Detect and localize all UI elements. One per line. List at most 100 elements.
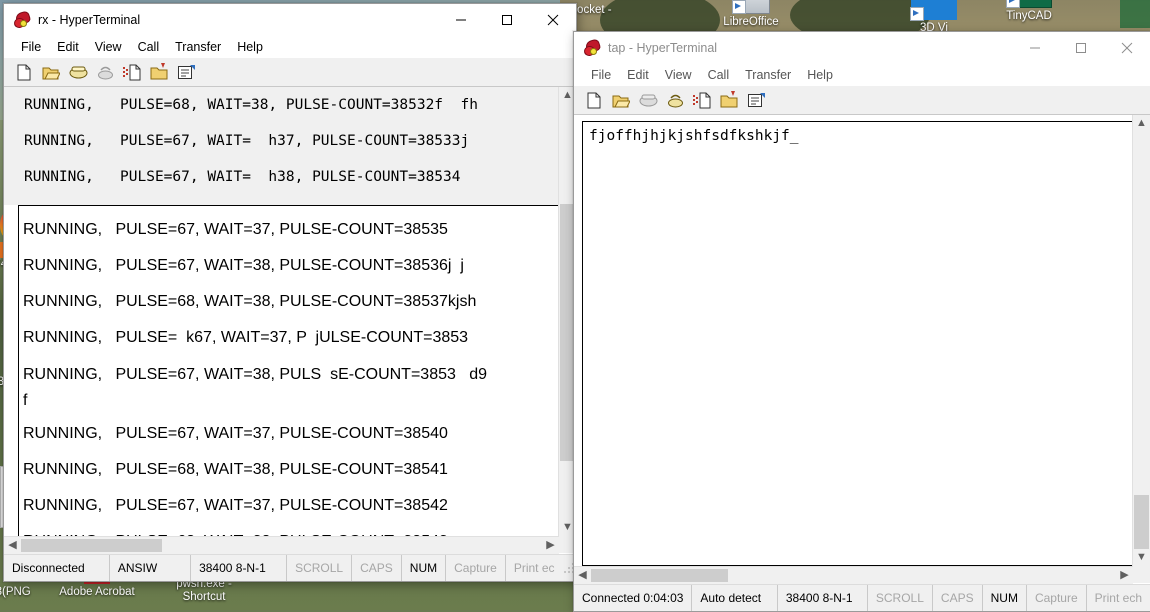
desktop-icon-label: 0t3(PNG xyxy=(0,586,31,598)
terminal-output[interactable]: fjoffhjhjkjshfsdfkshkjf_ xyxy=(583,122,1132,565)
desktop-icon-tinycad[interactable]: TinyCAD xyxy=(990,0,1068,23)
desktop-icon-png[interactable]: 0t3(PNG xyxy=(0,586,66,599)
disconnect-icon[interactable] xyxy=(93,61,117,84)
new-connection-icon[interactable] xyxy=(12,61,36,84)
tinycad-icon xyxy=(1006,0,1052,8)
terminal-line: RUNNING, PULSE=67, WAIT= h37, PULSE-COUN… xyxy=(24,133,470,149)
send-file-icon[interactable] xyxy=(690,89,714,112)
status-caps: CAPS xyxy=(351,555,401,581)
minimize-button[interactable] xyxy=(438,4,484,36)
call-icon[interactable] xyxy=(636,89,660,112)
terminal-line: RUNNING, PULSE=67, WAIT= h38, PULSE-COUN… xyxy=(24,169,461,185)
status-scroll: SCROLL xyxy=(286,555,351,581)
status-print-echo: Print ec xyxy=(504,555,563,581)
status-capture: Capture xyxy=(1025,585,1086,611)
disconnect-icon[interactable] xyxy=(663,89,687,112)
call-icon[interactable] xyxy=(66,61,90,84)
terminal-line: RUNNING, PULSE=68, WAIT=38, PULSE-COUNT=… xyxy=(23,524,558,536)
terminal-line: RUNNING, PULSE=67, WAIT=38, PULSE-COUNT=… xyxy=(23,257,464,274)
menu-help[interactable]: Help xyxy=(229,38,271,56)
horizontal-scrollbar[interactable]: ◀ ▶ xyxy=(574,566,1133,584)
horizontal-scroll-track[interactable] xyxy=(591,568,1116,583)
window-rx-hyperterminal[interactable]: rx - HyperTerminal File Edit View Call T… xyxy=(3,3,577,582)
horizontal-scrollbar[interactable]: ◀ ▶ xyxy=(4,536,559,554)
menu-help[interactable]: Help xyxy=(799,66,841,84)
desktop-icon-libreoffice[interactable]: LibreOffice xyxy=(712,0,790,29)
status-settings: 38400 8-N-1 xyxy=(190,555,286,581)
terminal-viewport[interactable]: fjoffhjhjkjshfsdfkshkjf_ xyxy=(582,121,1132,566)
close-button[interactable] xyxy=(1104,32,1150,64)
desktop-icon-label: Adobe Acrobat xyxy=(59,586,135,598)
vertical-scrollbar[interactable]: ▲ ▼ xyxy=(1132,115,1150,566)
desktop-icon-label: LibreOffice xyxy=(723,16,779,28)
menubar[interactable]: File Edit View Call Transfer Help xyxy=(4,36,576,58)
menu-file[interactable]: File xyxy=(13,38,49,56)
titlebar[interactable]: rx - HyperTerminal xyxy=(4,4,576,36)
terminal-line: fjoffhjhjkjshfsdfkshkjf_ xyxy=(589,128,799,144)
horizontal-scroll-track[interactable] xyxy=(21,538,542,553)
menu-call[interactable]: Call xyxy=(130,38,168,56)
menu-view[interactable]: View xyxy=(657,66,700,84)
status-settings: 38400 8-N-1 xyxy=(776,585,867,611)
terminal-line: RUNNING, PULSE= k67, WAIT=37, P jULSE-CO… xyxy=(23,329,469,346)
terminal-viewport[interactable]: RUNNING, PULSE=68, WAIT=38, PULSE-COUNT=… xyxy=(4,87,558,536)
window-controls[interactable] xyxy=(438,4,576,36)
terminal-client-area[interactable]: RUNNING, PULSE=68, WAIT=38, PULSE-COUNT=… xyxy=(4,87,576,536)
menu-edit[interactable]: Edit xyxy=(619,66,657,84)
status-print-echo: Print ech xyxy=(1085,585,1150,611)
horizontal-scroll-thumb[interactable] xyxy=(591,569,728,582)
titlebar[interactable]: tap - HyperTerminal xyxy=(574,32,1150,64)
send-file-icon[interactable] xyxy=(120,61,144,84)
receive-file-icon[interactable] xyxy=(717,89,741,112)
menu-transfer[interactable]: Transfer xyxy=(167,38,229,56)
scroll-right-icon[interactable]: ▶ xyxy=(1116,567,1133,584)
open-file-icon[interactable] xyxy=(39,61,63,84)
scroll-up-icon[interactable]: ▲ xyxy=(1133,115,1150,132)
properties-icon[interactable] xyxy=(744,89,768,112)
menu-view[interactable]: View xyxy=(87,38,130,56)
menu-transfer[interactable]: Transfer xyxy=(737,66,799,84)
vertical-scroll-thumb[interactable] xyxy=(1134,494,1149,549)
hyperterminal-icon xyxy=(13,10,32,29)
scroll-left-icon[interactable]: ◀ xyxy=(574,567,591,584)
scroll-right-icon[interactable]: ▶ xyxy=(542,537,559,554)
window-controls[interactable] xyxy=(1012,32,1150,64)
menu-call[interactable]: Call xyxy=(700,66,738,84)
statusbar: Disconnected ANSIW 38400 8-N-1 SCROLL CA… xyxy=(4,554,576,581)
status-emulation: ANSIW xyxy=(108,555,190,581)
receive-file-icon[interactable] xyxy=(147,61,171,84)
terminal-line: RUNNING, PULSE=68, WAIT=38, PULSE-COUNT=… xyxy=(23,461,448,478)
terminal-client-area[interactable]: fjoffhjhjkjshfsdfkshkjf_ ▲ ▼ xyxy=(574,115,1150,566)
desktop-icon-label: TinyCAD xyxy=(1006,10,1052,22)
scroll-left-icon[interactable]: ◀ xyxy=(4,537,21,554)
window-tap-hyperterminal[interactable]: tap - HyperTerminal File Edit View Call … xyxy=(573,31,1150,612)
terminal-line: RUNNING, PULSE=68, WAIT=38, PULSE-COUNT=… xyxy=(24,97,478,113)
menubar[interactable]: File Edit View Call Transfer Help xyxy=(574,64,1150,86)
new-connection-icon[interactable] xyxy=(582,89,606,112)
close-button[interactable] xyxy=(530,4,576,36)
toolbar[interactable] xyxy=(4,58,576,87)
horizontal-scroll-row[interactable]: ◀ ▶ xyxy=(4,536,576,554)
menu-file[interactable]: File xyxy=(583,66,619,84)
status-capture: Capture xyxy=(445,555,505,581)
maximize-button[interactable] xyxy=(484,4,530,36)
horizontal-scroll-thumb[interactable] xyxy=(21,539,162,552)
open-file-icon[interactable] xyxy=(609,89,633,112)
terminal-line: RUNNING, PULSE=67, WAIT=37, PULSE-COUNT=… xyxy=(23,221,448,238)
terminal-line: RUNNING, PULSE=67, WAIT=37, PULSE-COUNT=… xyxy=(23,497,448,514)
terminal-inner-pane[interactable]: RUNNING, PULSE=67, WAIT=37, PULSE-COUNT=… xyxy=(18,205,558,536)
toolbar[interactable] xyxy=(574,86,1150,115)
3d-viewer-icon xyxy=(910,0,957,21)
status-num: NUM xyxy=(400,555,445,581)
desktop-icon-3dviewer[interactable]: 3D Vi xyxy=(895,0,973,35)
terminal-line: RUNNING, PULSE=67, WAIT=38, PULS sE-COUN… xyxy=(23,366,488,409)
properties-icon[interactable] xyxy=(174,61,198,84)
minimize-button[interactable] xyxy=(1012,32,1058,64)
menu-edit[interactable]: Edit xyxy=(49,38,87,56)
scroll-down-icon[interactable]: ▼ xyxy=(1133,549,1150,566)
status-connection: Disconnected xyxy=(12,561,85,575)
vertical-scroll-track[interactable] xyxy=(1133,132,1150,549)
horizontal-scroll-row[interactable]: ◀ ▶ xyxy=(574,566,1150,584)
maximize-button[interactable] xyxy=(1058,32,1104,64)
window-title: tap - HyperTerminal xyxy=(608,41,718,55)
